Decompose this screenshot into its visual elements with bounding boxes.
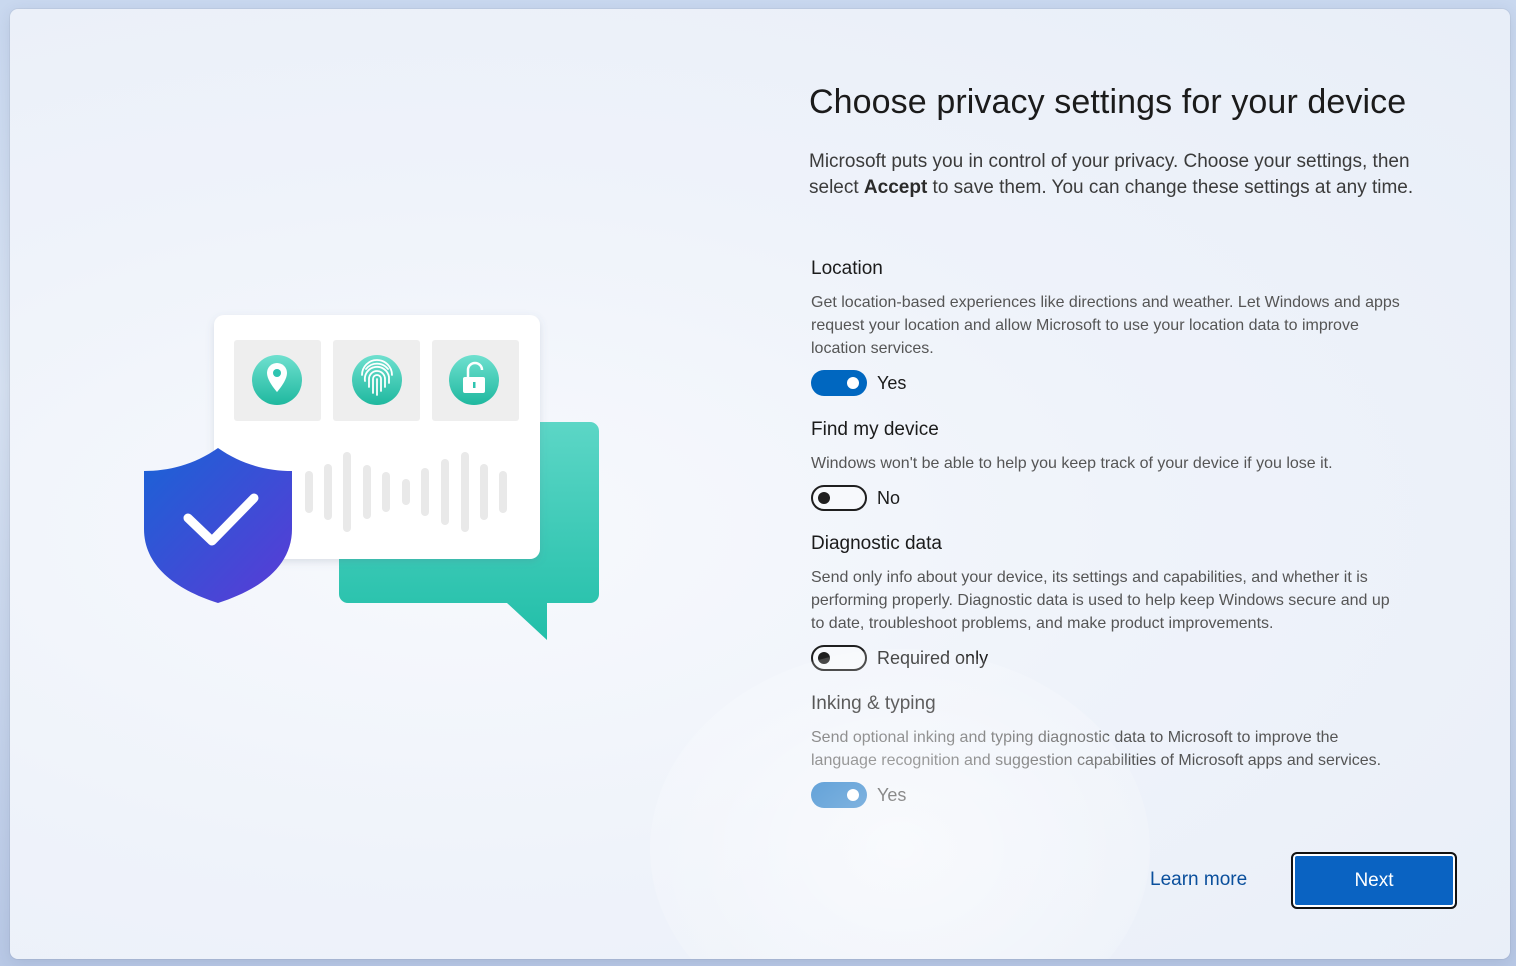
- setting-title: Location: [811, 258, 883, 279]
- toggle-knob: [847, 789, 859, 801]
- next-button[interactable]: Next: [1291, 852, 1457, 909]
- toggle-label: Yes: [877, 784, 907, 805]
- toggle-label: No: [877, 487, 901, 508]
- setting-diagnostic-data: Diagnostic data Send only info about you…: [811, 530, 1411, 671]
- toggle-row: Yes: [811, 782, 1411, 808]
- setting-description: Send optional inking and typing diagnost…: [811, 729, 1382, 769]
- setting-title: Find my device: [811, 419, 939, 440]
- setting-title: Diagnostic data: [811, 533, 942, 554]
- learn-more-link[interactable]: Learn more: [1150, 869, 1247, 891]
- toggle-row: Required only: [811, 645, 1411, 671]
- toggle-knob: [818, 652, 830, 664]
- settings-scroll-area[interactable]: Location Get location-based experiences …: [811, 245, 1411, 811]
- setting-description: Windows won't be able to help you keep t…: [811, 455, 1333, 472]
- toggle-row: No: [811, 485, 1411, 511]
- fingerprint-icon: [352, 355, 402, 405]
- find-my-device-toggle[interactable]: [811, 485, 867, 511]
- toggle-knob: [847, 377, 859, 389]
- unlock-icon: [449, 355, 499, 405]
- setting-location: Location Get location-based experiences …: [811, 255, 1411, 396]
- setting-title: Inking & typing: [811, 693, 936, 714]
- toggle-row: Yes: [811, 370, 1411, 396]
- intro-text: Microsoft puts you in control of your pr…: [809, 149, 1459, 201]
- setting-description: Get location-based experiences like dire…: [811, 294, 1400, 357]
- setting-description: Send only info about your device, its se…: [811, 569, 1390, 632]
- privacy-content: Choose privacy settings for your device …: [809, 9, 1469, 959]
- page-title: Choose privacy settings for your device: [809, 83, 1407, 121]
- toggle-label: Yes: [877, 372, 907, 393]
- intro-accept-emphasis: Accept: [863, 177, 928, 198]
- shield-check-icon: [144, 448, 292, 603]
- toggle-knob: [818, 492, 830, 504]
- location-pin-icon: [252, 355, 302, 405]
- privacy-illustration: [10, 9, 770, 959]
- setting-find-my-device: Find my device Windows won't be able to …: [811, 416, 1411, 511]
- inking-typing-toggle[interactable]: [811, 782, 867, 808]
- intro-text-end: to save them. You can change these setti…: [927, 177, 1414, 198]
- diagnostic-data-toggle[interactable]: [811, 645, 867, 671]
- location-toggle[interactable]: [811, 370, 867, 396]
- setup-window: Choose privacy settings for your device …: [10, 9, 1510, 959]
- setting-inking-typing: Inking & typing Send optional inking and…: [811, 690, 1411, 808]
- toggle-label: Required only: [877, 647, 989, 668]
